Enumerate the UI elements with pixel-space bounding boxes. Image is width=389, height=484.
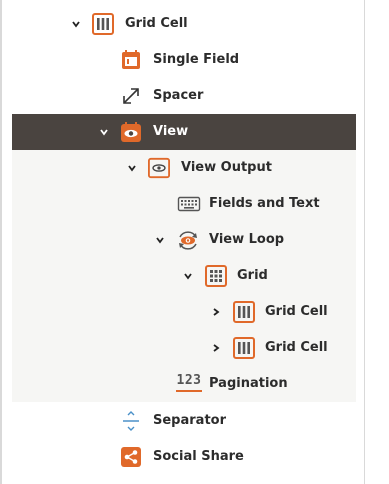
- tree-item-view-output[interactable]: View Output: [12, 150, 356, 186]
- pagination-icon: 123: [174, 372, 204, 394]
- chevron-down-icon[interactable]: [182, 270, 194, 282]
- tree-item-label: Grid Cell: [265, 304, 328, 319]
- pagination-underline: [176, 390, 202, 392]
- tree-item-label: Pagination: [209, 376, 288, 391]
- single-field-icon: [120, 49, 142, 71]
- tree-item-grid-cell[interactable]: Grid Cell: [12, 294, 356, 330]
- tree-item-pagination[interactable]: 123 Pagination: [12, 366, 356, 402]
- view-output-icon: [148, 157, 170, 179]
- tree-item-spacer[interactable]: Spacer: [12, 78, 356, 114]
- social-share-icon: [120, 446, 142, 468]
- chevron-right-icon[interactable]: [210, 342, 222, 354]
- tree-item-single-field[interactable]: Single Field: [12, 42, 356, 78]
- spacer-icon: [120, 85, 142, 107]
- chevron-right-icon[interactable]: [210, 306, 222, 318]
- grid-icon: [205, 265, 227, 287]
- tree-item-grid-cell[interactable]: Grid Cell: [12, 6, 356, 42]
- tree-item-separator[interactable]: Separator: [12, 403, 356, 439]
- chevron-down-icon[interactable]: [98, 126, 110, 138]
- grid-cell-icon: [233, 301, 255, 323]
- tree-item-grid-cell[interactable]: Grid Cell: [12, 330, 356, 366]
- tree-item-social-share[interactable]: Social Share: [12, 439, 356, 475]
- grid-cell-icon: [92, 13, 114, 35]
- tree-item-label: Social Share: [153, 449, 244, 464]
- tree-item-view[interactable]: View: [12, 114, 356, 150]
- tree-item-label: Single Field: [153, 52, 240, 67]
- grid-cell-icon: [233, 337, 255, 359]
- tree-item-label: Separator: [153, 413, 226, 428]
- tree-item-grid[interactable]: Grid: [12, 258, 356, 294]
- tree-item-label: View Loop: [209, 232, 285, 247]
- chevron-down-icon[interactable]: [70, 18, 82, 30]
- view-icon: [120, 121, 142, 143]
- tree-item-fields-and-text[interactable]: Fields and Text: [12, 186, 356, 222]
- tree-item-label: Grid Cell: [265, 340, 328, 355]
- chevron-down-icon[interactable]: [154, 234, 166, 246]
- tree-item-label: Grid: [237, 268, 268, 283]
- tree-item-label: View Output: [181, 160, 272, 175]
- tree-item-label: Fields and Text: [209, 196, 320, 211]
- view-loop-icon: [177, 229, 199, 251]
- tree-item-label: Grid Cell: [125, 16, 188, 31]
- separator-icon: [120, 410, 142, 432]
- tree-item-label: Spacer: [153, 88, 204, 103]
- chevron-down-icon[interactable]: [126, 162, 138, 174]
- keyboard-icon: [177, 193, 201, 215]
- tree-item-label: View: [153, 124, 189, 139]
- tree-item-view-loop[interactable]: View Loop: [12, 222, 356, 258]
- structure-panel: Grid Cell Single Field Spacer View View …: [0, 0, 365, 484]
- pagination-icon-digits: 123: [176, 373, 202, 388]
